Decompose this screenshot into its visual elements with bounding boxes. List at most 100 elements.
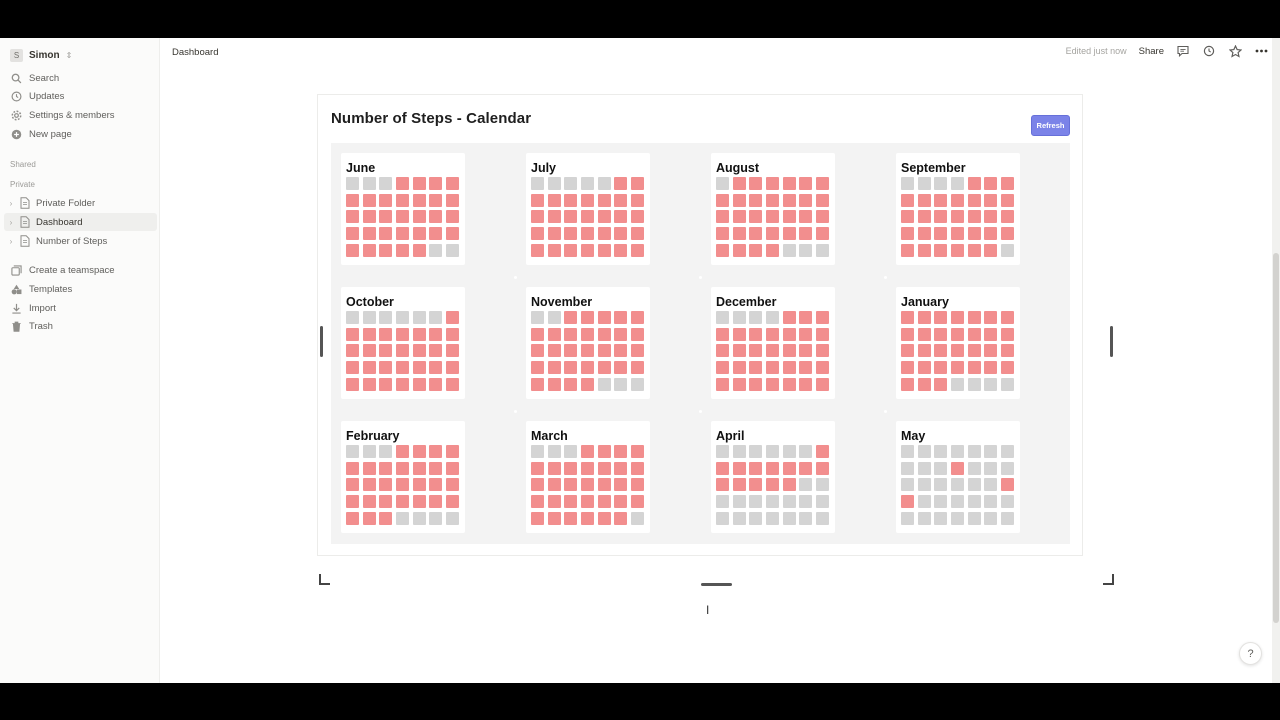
day-cell [967,327,981,341]
day-cell [614,478,628,492]
chevron-right-icon[interactable]: › [4,237,18,246]
day-cell [766,177,780,190]
day-cell [362,344,376,358]
scrollbar-thumb[interactable] [1273,253,1279,623]
month-name: January [901,295,949,309]
day-cell [716,361,729,375]
day-cell [934,243,948,257]
day-cell [716,461,729,475]
day-cell [412,327,426,341]
month-card: May [896,421,1020,533]
day-cell [379,227,393,241]
day-cell [917,327,931,341]
day-cell [531,327,544,341]
day-cell [984,361,998,375]
day-cell [429,361,443,375]
day-cell [1001,361,1015,375]
day-cell [967,511,981,525]
day-cell [531,377,544,391]
star-icon[interactable] [1228,44,1242,58]
day-cell [716,445,729,458]
day-cell [564,177,578,190]
day-cell [614,361,628,375]
breadcrumb[interactable]: Dashboard [172,47,218,58]
day-cell [749,311,763,324]
day-cell [917,445,931,458]
workspace-switcher[interactable]: S Simon ⇕ [10,46,72,64]
sidebar-page-number-of-steps[interactable]: › Number of Steps [4,232,157,250]
sidebar-item-trash[interactable]: Trash [10,318,53,334]
day-cell [446,327,460,341]
day-cell [716,243,729,257]
day-cell [597,344,611,358]
day-cell [732,327,746,341]
day-cell [446,377,460,391]
day-cell [429,377,443,391]
sidebar-item-updates[interactable]: Updates [10,88,64,104]
month-card: June [341,153,465,265]
day-cell [799,311,813,324]
separator-dot [699,276,702,279]
resize-corner-bottom-right[interactable] [1103,574,1114,585]
day-cell [766,361,780,375]
day-cell [901,495,914,509]
day-cell [984,478,998,492]
resize-corner-bottom-left[interactable] [319,574,330,585]
day-cell [429,227,443,241]
day-cell [547,445,561,458]
help-button[interactable]: ? [1239,642,1262,665]
day-cell [799,193,813,207]
month-card: August [711,153,835,265]
sidebar-item-settings[interactable]: Settings & members [10,107,115,123]
sidebar-item-templates[interactable]: Templates [10,281,72,297]
sidebar-page-label: Number of Steps [36,235,108,247]
day-cell [362,193,376,207]
day-cell [362,495,376,509]
sidebar-item-import[interactable]: Import [10,300,56,316]
resize-handle-right[interactable] [1110,326,1113,357]
day-cell [1001,377,1015,391]
day-cell [396,227,410,241]
month-card: November [526,287,650,399]
day-cell [614,327,628,341]
month-grid: June July August September October Novem… [331,143,1070,544]
more-options-icon[interactable] [1254,44,1268,58]
day-cell [362,327,376,341]
edited-status: Edited just now [1065,46,1127,56]
day-cell [816,177,830,190]
day-cell [396,478,410,492]
day-cell [597,478,611,492]
sidebar-page-dashboard[interactable]: › Dashboard [4,213,157,231]
day-cell [412,511,426,525]
private-section-label: Private [10,180,35,189]
day-cell [564,327,578,341]
day-cell [564,445,578,458]
sidebar-item-new-page[interactable]: New page [10,126,72,142]
comment-icon[interactable] [1176,44,1190,58]
resize-handle-left[interactable] [320,326,323,357]
day-cell [379,193,393,207]
day-cell [396,210,410,224]
day-cell [716,511,729,525]
day-cell [631,311,645,324]
day-cell [412,227,426,241]
chevron-right-icon[interactable]: › [4,218,18,227]
day-cell [446,177,460,190]
refresh-button[interactable]: Refresh [1031,115,1070,136]
day-cell [967,461,981,475]
day-cell [396,445,410,458]
day-cell [1001,344,1015,358]
month-name: June [346,161,376,175]
day-cell [429,511,443,525]
chevron-right-icon[interactable]: › [4,199,18,208]
resize-handle-bottom[interactable] [701,583,732,586]
sidebar-page-private-folder[interactable]: › Private Folder [4,194,157,212]
day-cell [917,461,931,475]
share-button[interactable]: Share [1139,46,1164,57]
sidebar-item-create-teamspace[interactable]: Create a teamspace [10,262,115,278]
history-icon[interactable] [1202,44,1216,58]
teamspace-icon [10,264,22,276]
day-cell [799,377,813,391]
day-cell [631,344,645,358]
sidebar-item-search[interactable]: Search [10,70,59,86]
